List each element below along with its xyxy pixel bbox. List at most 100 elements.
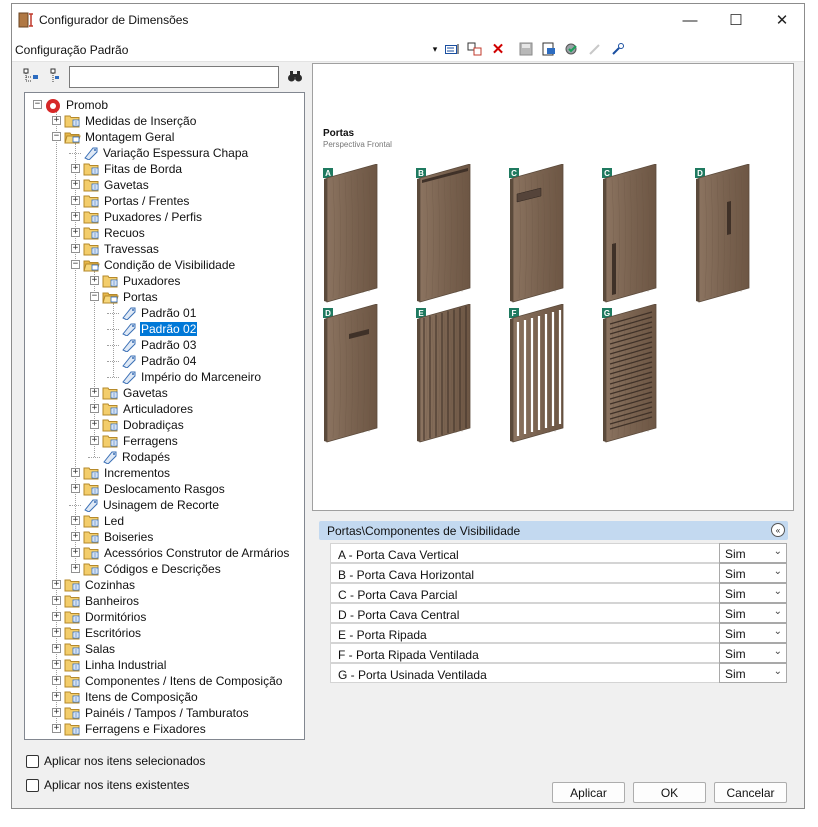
- tree-folder-node[interactable]: Gavetas: [83, 177, 150, 193]
- expand-icon[interactable]: +: [52, 580, 61, 589]
- property-value-select[interactable]: Sim ⌄: [719, 543, 787, 563]
- tree-folder-node[interactable]: Salas: [64, 641, 116, 657]
- property-value-select[interactable]: Sim ⌄: [719, 603, 787, 623]
- checkbox-box[interactable]: [26, 754, 39, 768]
- expand-icon[interactable]: +: [52, 612, 61, 621]
- tree-folder-node[interactable]: Portas / Frentes: [83, 193, 190, 209]
- expand-icon[interactable]: +: [71, 548, 80, 557]
- chevron-down-icon[interactable]: ⌄: [774, 606, 782, 617]
- tree-folder-node[interactable]: Acessórios Construtor de Armários: [83, 545, 290, 561]
- chevron-down-icon[interactable]: ⌄: [774, 666, 782, 677]
- expand-icon[interactable]: +: [52, 676, 61, 685]
- expand-icon[interactable]: +: [52, 708, 61, 717]
- tree-folder-node[interactable]: Itens de Composição: [64, 689, 199, 705]
- expand-icon[interactable]: +: [71, 516, 80, 525]
- tree-folder-node[interactable]: Puxadores / Perfis: [83, 209, 203, 225]
- settings-check-icon[interactable]: [563, 41, 581, 57]
- expand-tree-icon[interactable]: [23, 68, 39, 87]
- tree-folder-node[interactable]: Ferragens: [102, 433, 179, 449]
- expand-icon[interactable]: +: [71, 532, 80, 541]
- expand-icon[interactable]: +: [52, 628, 61, 637]
- checkbox-box[interactable]: [26, 778, 39, 792]
- tree-folder-node[interactable]: Fitas de Borda: [83, 161, 183, 177]
- chevron-down-icon[interactable]: ⌄: [774, 566, 782, 577]
- collapse-node-icon[interactable]: −: [33, 100, 42, 109]
- binoculars-icon[interactable]: [287, 68, 303, 87]
- tree-item-node[interactable]: Império do Marceneiro: [121, 369, 262, 385]
- expand-icon[interactable]: +: [71, 564, 80, 573]
- collapse-icon[interactable]: «: [771, 523, 785, 537]
- tree-item-node[interactable]: Padrão 01: [121, 305, 197, 321]
- ok-button[interactable]: OK: [633, 782, 706, 803]
- chevron-down-icon[interactable]: ⌄: [774, 546, 782, 557]
- property-value-select[interactable]: Sim ⌄: [719, 563, 787, 583]
- tree-folder-node[interactable]: Promob: [45, 97, 109, 113]
- expand-icon[interactable]: +: [71, 228, 80, 237]
- tree-item-node[interactable]: Rodapés: [102, 449, 171, 465]
- dropdown-arrow-icon[interactable]: ▾: [426, 41, 444, 57]
- properties-header[interactable]: Portas\Componentes de Visibilidade «: [319, 521, 788, 540]
- tree-folder-node[interactable]: Puxadores: [102, 273, 181, 289]
- close-button[interactable]: ✕: [759, 4, 805, 36]
- cancel-button[interactable]: Cancelar: [714, 782, 787, 803]
- tree-item-node[interactable]: Padrão 02: [121, 321, 199, 337]
- tree-folder-node[interactable]: Medidas de Inserção: [64, 113, 197, 129]
- link-disabled-icon[interactable]: [586, 41, 604, 57]
- expand-icon[interactable]: +: [52, 660, 61, 669]
- delete-icon[interactable]: ✕: [489, 41, 507, 58]
- expand-icon[interactable]: +: [52, 116, 61, 125]
- tree-folder-node[interactable]: Dormitórios: [64, 609, 147, 625]
- expand-icon[interactable]: +: [52, 692, 61, 701]
- category-tree[interactable]: − Promob + Medidas de Inserção − Montagem Ger…: [24, 92, 305, 740]
- tree-folder-node[interactable]: Ferragens e Fixadores: [64, 721, 207, 737]
- tree-item-node[interactable]: Variação Espessura Chapa: [83, 145, 249, 161]
- tree-folder-node[interactable]: Cozinhas: [64, 577, 136, 593]
- save-icon[interactable]: [517, 41, 535, 57]
- expand-icon[interactable]: +: [90, 276, 99, 285]
- copy-config-icon[interactable]: [466, 41, 484, 57]
- property-value-select[interactable]: Sim ⌄: [719, 663, 787, 683]
- property-value-select[interactable]: Sim ⌄: [719, 643, 787, 663]
- tree-folder-node[interactable]: Montagem Geral: [64, 129, 175, 145]
- tree-folder-node[interactable]: Articuladores: [102, 401, 194, 417]
- tree-folder-node[interactable]: Led: [83, 513, 125, 529]
- search-input[interactable]: [69, 66, 279, 88]
- property-value-select[interactable]: Sim ⌄: [719, 623, 787, 643]
- tree-folder-node[interactable]: Portas: [102, 289, 159, 305]
- tree-folder-node[interactable]: Escritórios: [64, 625, 142, 641]
- chevron-down-icon[interactable]: ⌄: [774, 646, 782, 657]
- tree-folder-node[interactable]: Condição de Visibilidade: [83, 257, 236, 273]
- expand-icon[interactable]: +: [71, 244, 80, 253]
- expand-icon[interactable]: +: [90, 404, 99, 413]
- collapse-tree-icon[interactable]: [49, 68, 61, 87]
- collapse-node-icon[interactable]: −: [71, 260, 80, 269]
- tree-folder-node[interactable]: Boiseries: [83, 529, 154, 545]
- chevron-down-icon[interactable]: ⌄: [774, 626, 782, 637]
- expand-icon[interactable]: +: [90, 420, 99, 429]
- tree-folder-node[interactable]: Banheiros: [64, 593, 140, 609]
- expand-icon[interactable]: +: [71, 484, 80, 493]
- apply-button[interactable]: Aplicar: [552, 782, 625, 803]
- tree-folder-node[interactable]: Recuos: [83, 225, 146, 241]
- tree-folder-node[interactable]: Componentes / Itens de Composição: [64, 673, 283, 689]
- expand-icon[interactable]: +: [71, 212, 80, 221]
- expand-icon[interactable]: +: [71, 196, 80, 205]
- tree-folder-node[interactable]: Incrementos: [83, 465, 171, 481]
- chevron-down-icon[interactable]: ⌄: [774, 586, 782, 597]
- export-icon[interactable]: [540, 41, 558, 57]
- expand-icon[interactable]: +: [52, 724, 61, 733]
- expand-icon[interactable]: +: [52, 596, 61, 605]
- tree-folder-node[interactable]: Gavetas: [102, 385, 169, 401]
- tree-item-node[interactable]: Padrão 04: [121, 353, 197, 369]
- property-value-select[interactable]: Sim ⌄: [719, 583, 787, 603]
- expand-icon[interactable]: +: [71, 164, 80, 173]
- expand-icon[interactable]: +: [71, 468, 80, 477]
- tree-folder-node[interactable]: Linha Industrial: [64, 657, 167, 673]
- collapse-node-icon[interactable]: −: [90, 292, 99, 301]
- expand-icon[interactable]: +: [90, 388, 99, 397]
- link-icon[interactable]: [609, 41, 627, 57]
- apply-selected-checkbox[interactable]: Aplicar nos itens selecionados: [26, 754, 205, 768]
- tree-item-node[interactable]: Padrão 03: [121, 337, 197, 353]
- expand-icon[interactable]: +: [71, 180, 80, 189]
- collapse-node-icon[interactable]: −: [52, 132, 61, 141]
